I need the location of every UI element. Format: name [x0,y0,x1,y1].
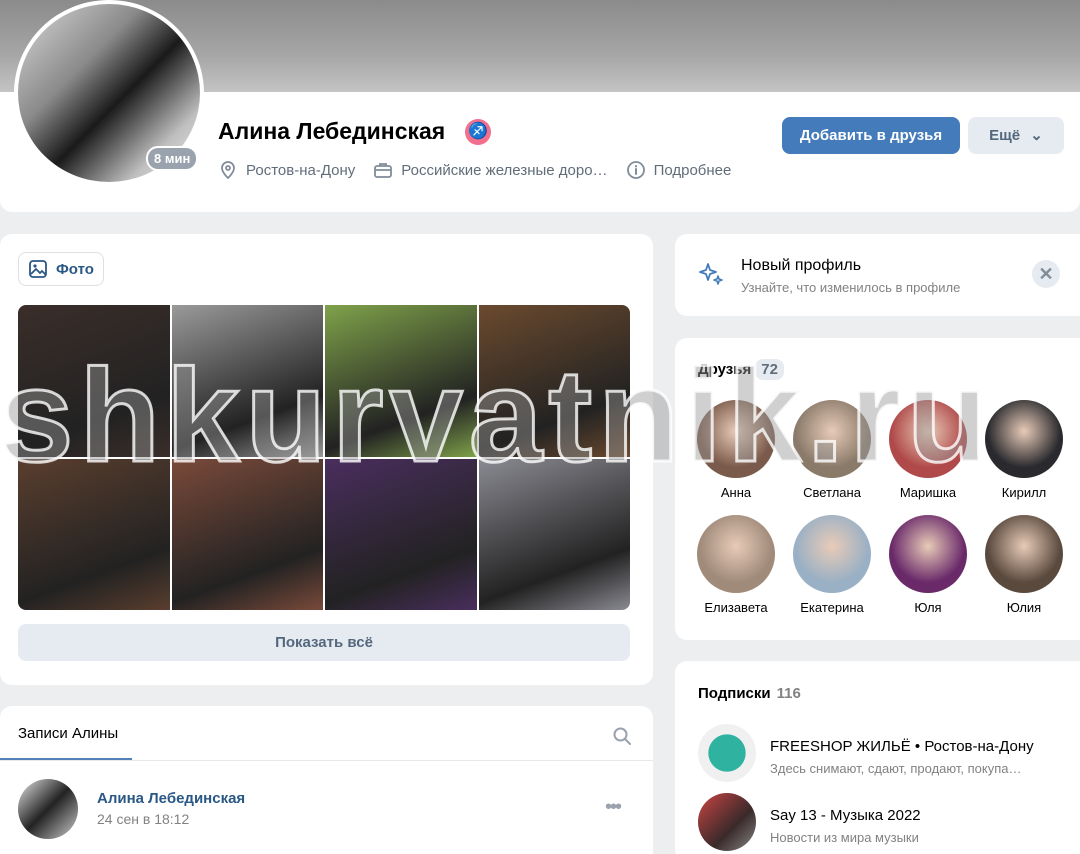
friend-item[interactable]: Юлия [979,515,1069,615]
subscription-description: Здесь снимают, сдают, продают, покупа… [770,761,1022,776]
friends-card: Друзья 72 Анна Светлана Маришка Кирилл Елизав… [675,338,1080,640]
friend-avatar [793,400,871,478]
subscription-name: Say 13 - Музыка 2022 [770,807,921,824]
friend-avatar [889,515,967,593]
photo-thumbnail[interactable] [325,458,477,610]
photo-thumbnail[interactable] [171,305,323,457]
sparkles-icon [697,260,725,293]
image-icon [29,260,47,278]
chevron-down-icon: ⌄ [1030,127,1043,144]
friend-name: Елизавета [704,600,768,615]
post-date[interactable]: 24 сен в 18:12 [97,811,189,827]
photo-thumbnail[interactable] [18,458,170,610]
post-author[interactable]: Алина Лебединская [97,790,245,807]
subscription-item[interactable]: FREESHOP ЖИЛЬЁ • Ростов-на-Дону Здесь сн… [698,724,1078,784]
friend-avatar [697,400,775,478]
photo-grid [18,305,630,610]
zodiac-sagittarius-icon[interactable]: ♐ [465,119,491,145]
briefcase-icon [373,160,393,180]
work-info[interactable]: Российские железные доро… [373,160,608,180]
subscription-item[interactable]: Say 13 - Музыка 2022 Новости из мира муз… [698,793,1078,853]
info-icon [626,160,646,180]
photo-thumbnail[interactable] [171,458,323,610]
post-author-avatar[interactable] [18,779,78,839]
friend-avatar [985,515,1063,593]
details-label: Подробнее [653,161,732,179]
friend-name: Светлана [803,485,861,500]
show-all-photos-button[interactable]: Показать всё [18,624,630,661]
photo-thumbnail[interactable] [478,458,630,610]
wall-card: Записи Алины Алина Лебединская 24 сен в … [0,706,653,854]
friends-count: 72 [755,359,784,380]
subscription-description: Новости из мира музыки [770,830,919,845]
friend-avatar [985,400,1063,478]
location-pin-icon [218,160,238,180]
city-info[interactable]: Ростов-на-Дону [218,160,355,180]
subscriptions-count: 116 [776,685,801,702]
friend-name: Юля [914,600,942,615]
profile-info-row: Ростов-на-Дону Российские железные доро…… [218,160,749,180]
wall-divider [0,760,653,761]
friend-item[interactable]: Елизавета [691,515,781,615]
search-icon[interactable] [612,726,632,751]
subscription-avatar [698,724,756,782]
profile-name: Алина Лебединская [218,118,446,144]
subscription-name: FREESHOP ЖИЛЬЁ • Ростов-на-Дону [770,738,1034,755]
subscription-avatar [698,793,756,851]
subscriptions-title: Подписки [698,685,771,702]
new-profile-title: Новый профиль [741,257,862,274]
friend-name: Маришка [899,485,957,500]
friend-avatar [889,400,967,478]
friend-avatar [697,515,775,593]
friend-name: Екатерина [800,600,864,615]
friend-item[interactable]: Анна [691,400,781,500]
friend-name: Анна [720,485,752,500]
friend-item[interactable]: Кирилл [979,400,1069,500]
friend-item[interactable]: Юля [883,515,973,615]
add-friend-button[interactable]: Добавить в друзья [782,117,960,154]
close-icon[interactable]: ✕ [1032,260,1060,288]
friend-name: Кирилл [1001,485,1047,500]
friend-name: Юлия [1006,600,1042,615]
new-profile-banner[interactable]: Новый профиль Узнайте, что изменилось в … [675,234,1080,316]
details-link[interactable]: Подробнее [626,160,732,180]
friend-avatar [793,515,871,593]
photo-tab[interactable]: Фото [18,252,104,286]
friends-title: Друзья [698,361,752,378]
subscriptions-header[interactable]: Подписки 116 [698,685,801,702]
photo-thumbnail[interactable] [18,305,170,457]
friend-item[interactable]: Екатерина [787,515,877,615]
photos-card: Фото Показать всё [0,234,653,685]
city-label: Ростов-на-Дону [246,161,356,179]
photo-thumbnail[interactable] [478,305,630,457]
more-button[interactable]: Ещё ⌄ [968,117,1064,154]
post-menu-icon[interactable]: ••• [605,796,622,819]
friend-item[interactable]: Светлана [787,400,877,500]
work-label: Российские железные доро… [401,161,608,179]
photo-thumbnail[interactable] [325,305,477,457]
new-profile-subtitle: Узнайте, что изменилось в профиле [741,280,961,295]
wall-tab[interactable]: Записи Алины [18,725,118,742]
subscriptions-card: Подписки 116 FREESHOP ЖИЛЬЁ • Ростов-на-Д… [675,661,1080,854]
friend-item[interactable]: Маришка [883,400,973,500]
friends-header[interactable]: Друзья 72 [698,359,784,380]
photo-tab-label: Фото [56,260,94,278]
more-label: Ещё [989,127,1021,144]
online-status-badge: 8 мин [146,146,199,171]
